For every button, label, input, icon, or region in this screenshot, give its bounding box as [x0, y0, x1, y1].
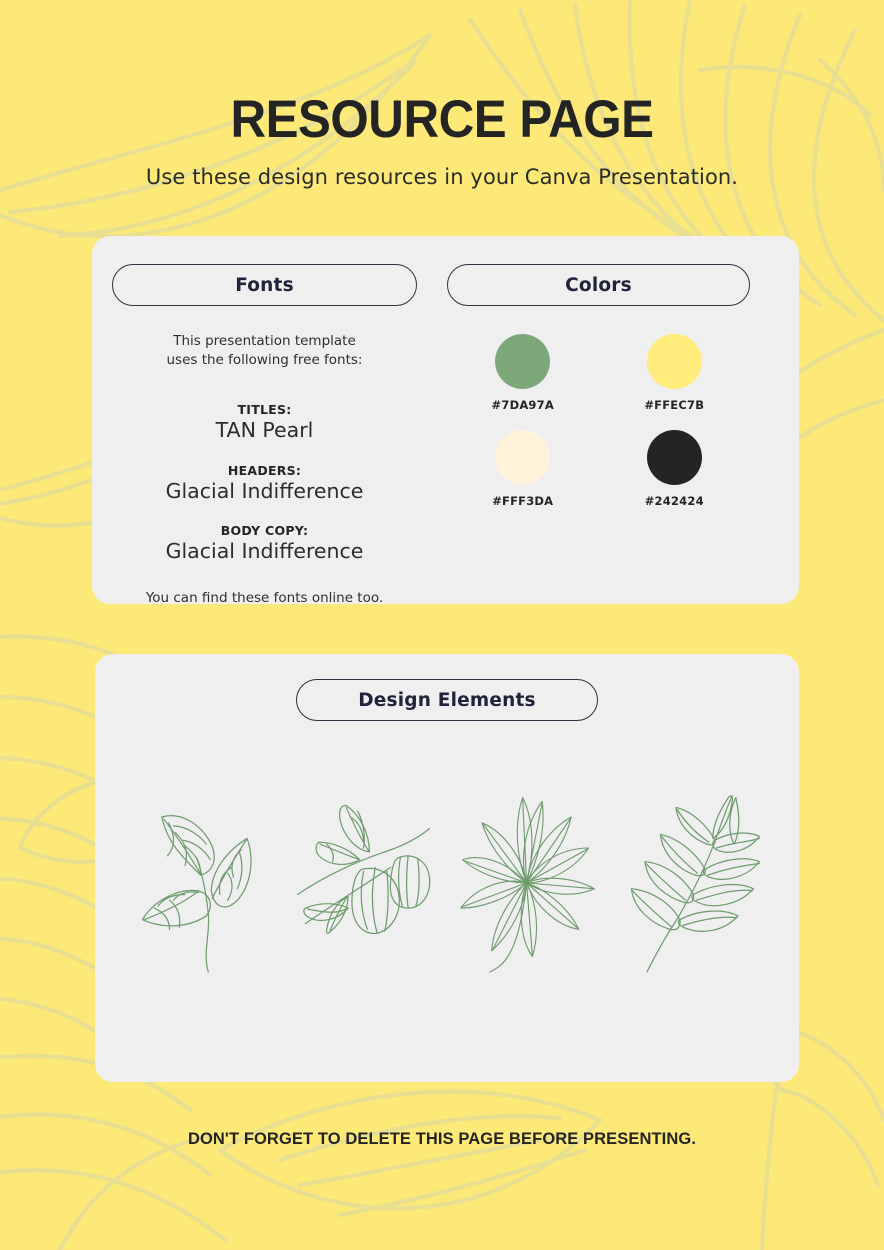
- fonts-section: Fonts This presentation template uses th…: [112, 264, 417, 606]
- fonts-and-colors-card: Fonts This presentation template uses th…: [92, 236, 799, 606]
- color-dot-charcoal: [646, 430, 702, 485]
- fonts-intro-line-2: uses the following free fonts:: [166, 352, 363, 369]
- pinnate-fern-leaf-illustration: [630, 795, 760, 973]
- font-sample-titles: TAN Pearl: [215, 418, 314, 443]
- font-group-body-copy: BODY COPY: Glacial Indifference: [112, 523, 417, 563]
- color-swatch-grid: #7DA97A #FFEC7B #FFF3DA #242424: [447, 334, 750, 508]
- fonts-heading-pill[interactable]: Fonts: [112, 264, 417, 306]
- color-dot-green: [495, 334, 551, 389]
- design-element-4[interactable]: [614, 779, 769, 979]
- font-group-titles: TITLES: TAN Pearl: [112, 402, 417, 442]
- font-sample-headers: Glacial Indifference: [165, 478, 364, 503]
- three-leaf-branch-illustration: [141, 815, 252, 973]
- color-hex-label-1: #7DA97A: [491, 398, 554, 412]
- colors-heading-pill[interactable]: Colors: [447, 264, 750, 306]
- color-swatch-2[interactable]: #FFEC7B: [644, 334, 704, 412]
- font-group-headers: HEADERS: Glacial Indifference: [112, 463, 417, 503]
- color-swatch-3[interactable]: #FFF3DA: [492, 430, 553, 508]
- design-element-1[interactable]: [125, 779, 280, 979]
- fonts-heading-label: Fonts: [235, 274, 294, 296]
- design-element-3[interactable]: [451, 779, 606, 979]
- design-element-2[interactable]: [288, 779, 443, 979]
- design-elements-row: [125, 774, 769, 984]
- font-sample-body-copy: Glacial Indifference: [165, 538, 364, 563]
- font-label-titles: TITLES:: [237, 402, 292, 418]
- color-swatch-1[interactable]: #7DA97A: [492, 334, 554, 412]
- design-elements-card: Design Elements: [95, 654, 799, 1082]
- design-elements-heading-label: Design Elements: [358, 689, 536, 711]
- radial-palm-leaf-illustration: [460, 797, 595, 973]
- fonts-intro-line-1: This presentation template: [173, 333, 356, 349]
- color-hex-label-3: #FFF3DA: [492, 494, 554, 508]
- colors-heading-label: Colors: [565, 274, 632, 296]
- color-hex-label-4: #242424: [644, 494, 704, 508]
- fonts-intro-text: This presentation template uses the foll…: [112, 332, 417, 370]
- color-dot-yellow: [646, 334, 702, 389]
- design-elements-heading-pill[interactable]: Design Elements: [296, 679, 598, 721]
- delete-page-reminder: DON'T FORGET TO DELETE THIS PAGE BEFORE …: [187, 1130, 697, 1148]
- color-swatch-4[interactable]: #242424: [645, 430, 704, 508]
- colors-section: Colors #7DA97A #FFEC7B #FFF3DA #242424: [447, 264, 750, 508]
- color-dot-cream: [495, 430, 551, 485]
- page-subtitle: Use these design resources in your Canva…: [145, 164, 739, 189]
- color-hex-label-2: #FFEC7B: [644, 398, 705, 412]
- fonts-outro-text: You can find these fonts online too.: [145, 589, 384, 606]
- font-label-headers: HEADERS:: [227, 462, 302, 478]
- fruit-branch-illustration: [297, 804, 431, 934]
- page-header: RESOURCE PAGE Use these design resources…: [0, 0, 884, 189]
- page-title: RESOURCE PAGE: [230, 90, 654, 149]
- font-label-body-copy: BODY COPY:: [220, 522, 309, 538]
